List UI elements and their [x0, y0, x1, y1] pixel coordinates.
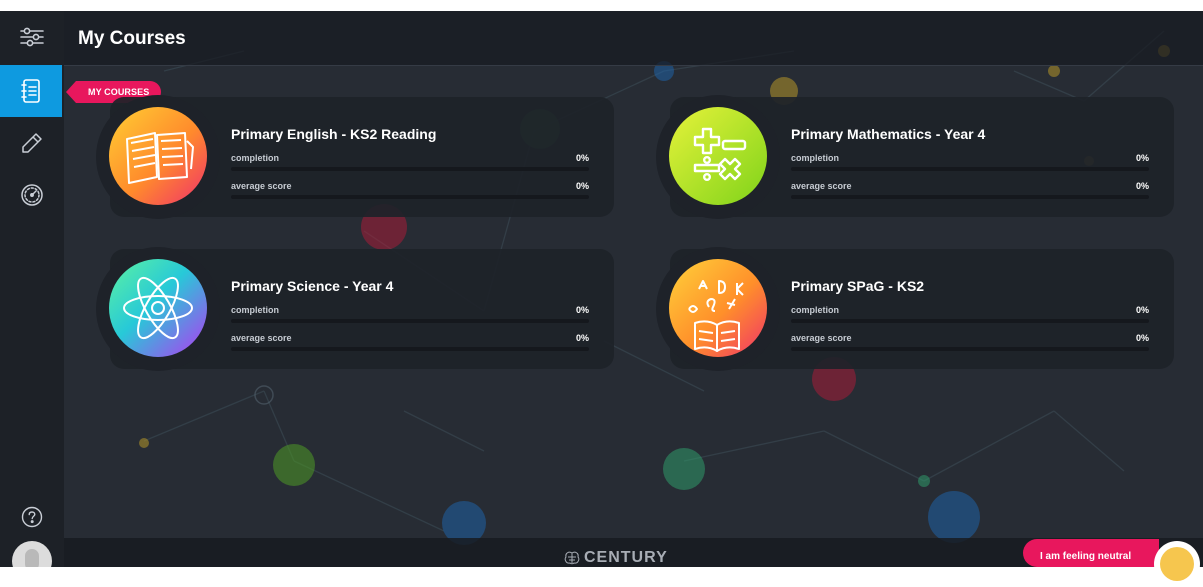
brain-logo-icon — [564, 551, 580, 565]
course-title: Primary English - KS2 Reading — [231, 126, 437, 142]
score-bar — [791, 195, 1149, 199]
atom-icon — [109, 259, 207, 357]
course-title: Primary SPaG - KS2 — [791, 278, 925, 294]
completion-bar — [791, 167, 1149, 171]
sliders-icon — [20, 27, 44, 47]
score-label: average score — [231, 181, 292, 191]
avatar[interactable] — [12, 541, 52, 567]
completion-label: completion — [791, 305, 840, 315]
completion-value: 0% — [1135, 305, 1149, 315]
completion-label: completion — [231, 153, 280, 163]
completion-value: 0% — [575, 153, 589, 163]
help-button[interactable] — [0, 491, 64, 543]
score-bar — [791, 347, 1149, 351]
notebook-icon — [21, 79, 40, 103]
brand-name: CENTURY — [584, 549, 668, 566]
question-icon — [21, 506, 43, 528]
open-book-icon — [109, 107, 207, 205]
score-value: 0% — [575, 181, 589, 191]
pencil-icon — [22, 133, 42, 153]
neutral-face-icon[interactable] — [1154, 541, 1200, 587]
course-card-spag[interactable]: Primary SPaG - KS2 completion 0% average… — [656, 247, 1174, 371]
course-title: Primary Science - Year 4 — [231, 278, 394, 294]
score-value: 0% — [1135, 181, 1149, 191]
score-bar — [231, 195, 589, 199]
speedometer-icon — [21, 184, 43, 206]
completion-bar — [231, 167, 589, 171]
sidebar-item-assignments[interactable] — [0, 117, 64, 169]
completion-label: completion — [791, 153, 840, 163]
letters-book-icon — [669, 259, 767, 357]
page-title: My Courses — [78, 28, 186, 49]
mood-text: I am feeling neutral — [1040, 551, 1132, 562]
score-value: 0% — [575, 333, 589, 343]
completion-bar — [791, 319, 1149, 323]
score-label: average score — [791, 333, 852, 343]
mood-feedback-button[interactable]: I am feeling neutral — [1023, 539, 1159, 567]
app-window: My Courses MY COURSES Primary English - … — [0, 11, 1203, 567]
completion-value: 0% — [575, 305, 589, 315]
math-symbols-icon — [669, 107, 767, 205]
sidebar-item-my-courses[interactable] — [0, 65, 62, 117]
completion-label: completion — [231, 305, 280, 315]
score-value: 0% — [1135, 333, 1149, 343]
course-card-mathematics[interactable]: Primary Mathematics - Year 4 completion … — [656, 95, 1174, 219]
course-card-english[interactable]: Primary English - KS2 Reading completion… — [96, 95, 614, 219]
menu-toggle-button[interactable] — [0, 11, 64, 63]
score-bar — [231, 347, 589, 351]
score-label: average score — [231, 333, 292, 343]
completion-value: 0% — [1135, 153, 1149, 163]
sidebar-item-dashboard[interactable] — [0, 169, 64, 221]
top-bar: My Courses — [64, 11, 1203, 66]
course-card-science[interactable]: Primary Science - Year 4 completion 0% a… — [96, 247, 614, 371]
course-title: Primary Mathematics - Year 4 — [791, 126, 986, 142]
sidebar — [0, 11, 64, 567]
score-label: average score — [791, 181, 852, 191]
brand-logo: CENTURY — [564, 549, 668, 567]
completion-bar — [231, 319, 589, 323]
